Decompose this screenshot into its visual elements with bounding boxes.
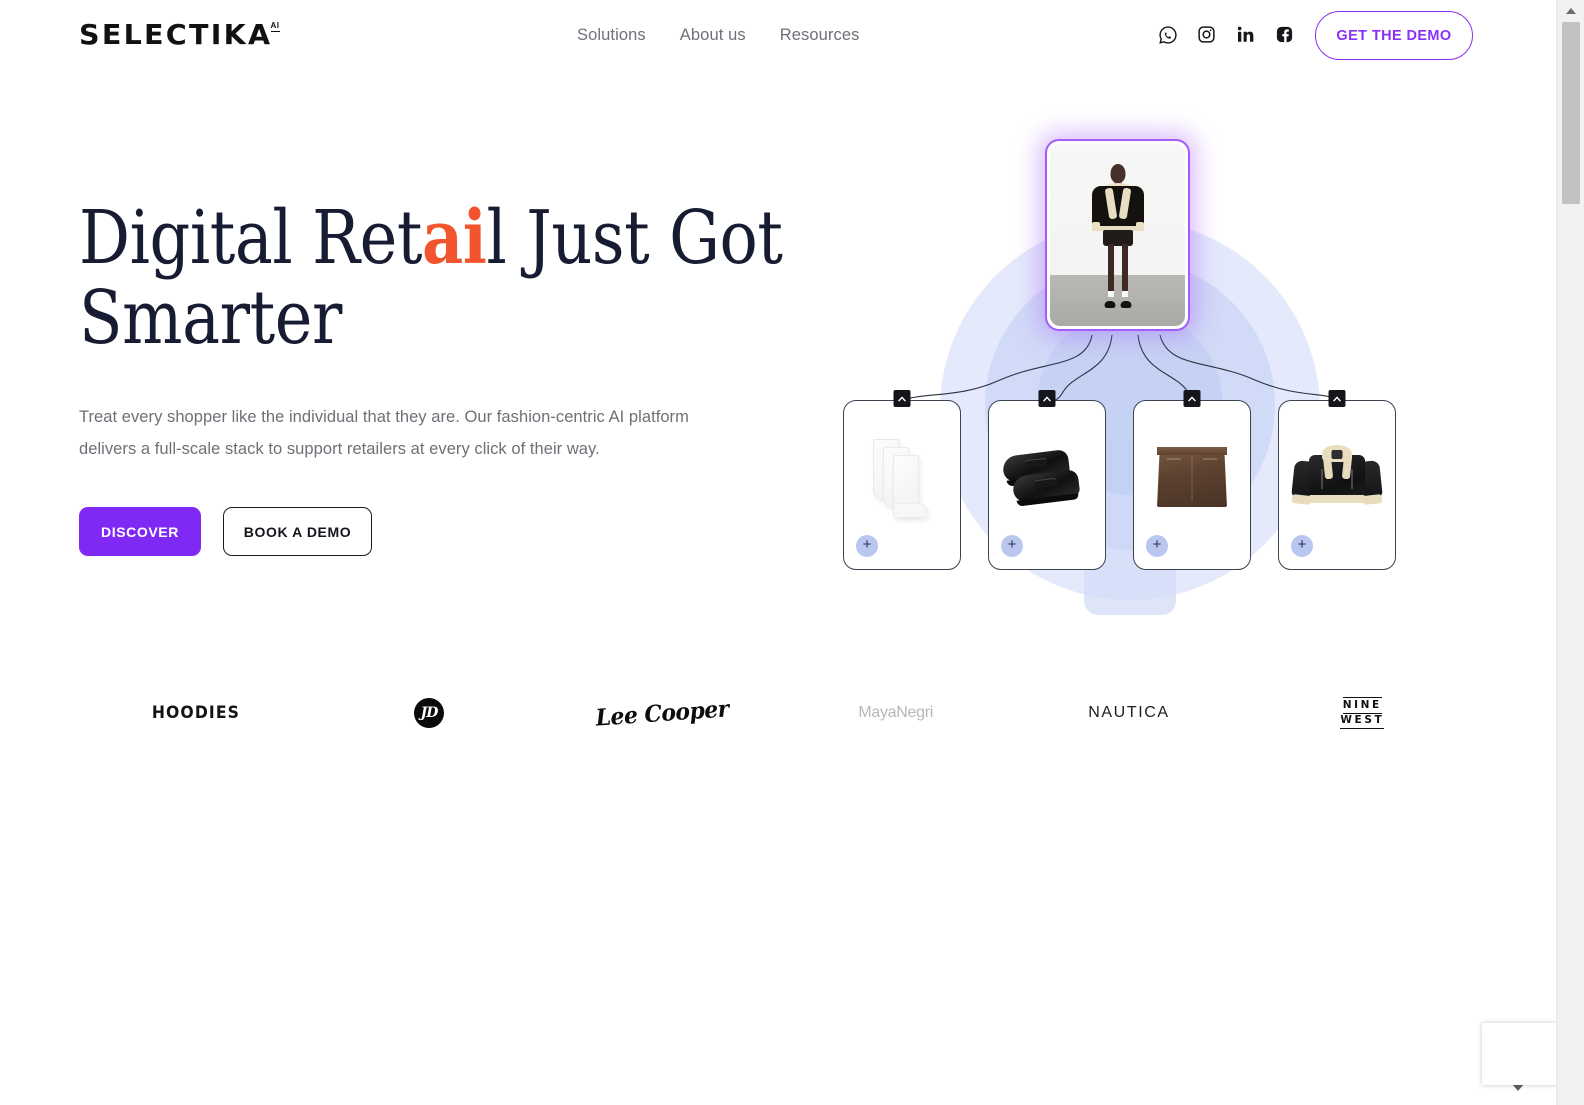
connector-pin-icon (893, 390, 911, 407)
product-card-skirt[interactable]: + (1133, 390, 1251, 570)
nine-west-line2: WEST (1340, 714, 1385, 729)
recaptcha-badge[interactable] (1482, 1023, 1556, 1085)
main-navigation: Solutions About us Resources (577, 23, 860, 47)
scroll-up-arrow-icon[interactable] (1557, 2, 1584, 20)
linkedin-icon[interactable] (1235, 24, 1256, 45)
photo-floor (1050, 275, 1185, 326)
brand-logo-nautica: NAUTICA (1012, 678, 1245, 748)
hero-actions: DISCOVER BOOK A DEMO (79, 507, 719, 556)
brand-logo-maya-negri-text: MayaNegri (858, 704, 933, 721)
nav-item-about-us[interactable]: About us (680, 23, 746, 47)
product-card-row: + + + + (843, 390, 1418, 570)
brand-logo-maya-negri: MayaNegri (779, 678, 1012, 748)
brand-logo-lee-cooper: Lee Cooper (546, 678, 779, 748)
model-jacket-cuff-right (1135, 222, 1144, 229)
whatsapp-icon[interactable] (1157, 24, 1178, 45)
nav-item-solutions[interactable]: Solutions (577, 23, 646, 47)
discover-button[interactable]: DISCOVER (79, 507, 201, 556)
nine-west-line1: NINE (1342, 697, 1382, 714)
product-card-jacket[interactable]: + (1278, 390, 1396, 570)
model-leg-left (1107, 244, 1114, 294)
social-links (1157, 24, 1295, 45)
hero-subtitle: Treat every shopper like the individual … (79, 408, 689, 458)
brand-logo-nine-west-text: NINE WEST (1340, 697, 1385, 729)
hero-title-accent: ai (421, 195, 487, 281)
model-jacket-cuff-left (1091, 222, 1100, 229)
get-the-demo-button[interactable]: GET THE DEMO (1315, 11, 1473, 60)
add-product-button-skirt[interactable]: + (1146, 535, 1168, 557)
site-header: SELECTIKA AI Solutions About us Resource… (0, 0, 1556, 72)
scrollbar-thumb[interactable] (1562, 22, 1580, 204)
brand-logo-hoodies: HOODIES (79, 678, 312, 748)
model-shoe-left (1104, 301, 1115, 309)
nav-item-resources[interactable]: Resources (780, 23, 860, 47)
jacket-image (1279, 423, 1395, 533)
product-card-socks[interactable]: + (843, 390, 961, 570)
brand-logo-text: SELECTIKA (79, 18, 273, 51)
add-product-button-jacket[interactable]: + (1291, 535, 1313, 557)
hero-title-part2: l Just Got (486, 195, 783, 281)
hero-title-line2: Smarter (79, 275, 342, 361)
brand-logo-jd-text: JD (413, 698, 444, 728)
model-photo (1050, 144, 1185, 326)
brand-logo-strip: HOODIES JD Lee Cooper MayaNegri NAUTICA … (79, 678, 1479, 748)
book-a-demo-button[interactable]: BOOK A DEMO (223, 507, 372, 556)
connector-pin-icon (1328, 390, 1346, 407)
hero-title: Digital Retail Just Got Smarter (79, 195, 783, 361)
skirt-image (1134, 423, 1250, 533)
browser-page: SELECTIKA AI Solutions About us Resource… (0, 0, 1584, 1105)
hero-visual-diagram: + + + + (820, 110, 1440, 615)
brand-logo-hoodies-text: HOODIES (151, 703, 240, 723)
brand-logo-nautica-text: NAUTICA (1088, 704, 1170, 721)
facebook-icon[interactable] (1274, 24, 1295, 45)
connector-pin-icon (1038, 390, 1056, 407)
hero-copy: Digital Retail Just Got Smarter Treat ev… (79, 195, 783, 556)
product-card-loafers[interactable]: + (988, 390, 1106, 570)
recaptcha-badge-arrow-icon (1512, 1084, 1524, 1091)
brand-logo-nine-west: NINE WEST (1246, 678, 1479, 748)
loafers-image (989, 423, 1105, 533)
brand-logo-lee-cooper-text: Lee Cooper (594, 694, 730, 732)
model-sock-left (1107, 291, 1114, 298)
add-product-button-socks[interactable]: + (856, 535, 878, 557)
add-product-button-loafers[interactable]: + (1001, 535, 1023, 557)
model-shoe-right (1120, 301, 1131, 309)
model-sock-right (1121, 291, 1128, 298)
socks-image (844, 423, 960, 533)
vertical-scrollbar[interactable] (1556, 0, 1584, 1105)
model-leg-right (1121, 244, 1128, 294)
brand-logo[interactable]: SELECTIKA AI (79, 20, 280, 50)
connector-pin-icon (1183, 390, 1201, 407)
scrollbar-track[interactable] (1557, 204, 1584, 1105)
model-hero-card[interactable] (1045, 139, 1190, 331)
page-viewport: SELECTIKA AI Solutions About us Resource… (0, 0, 1556, 1105)
hero-title-part1: Digital Ret (79, 195, 422, 281)
instagram-icon[interactable] (1196, 24, 1217, 45)
brand-logo-jd: JD (312, 678, 545, 748)
